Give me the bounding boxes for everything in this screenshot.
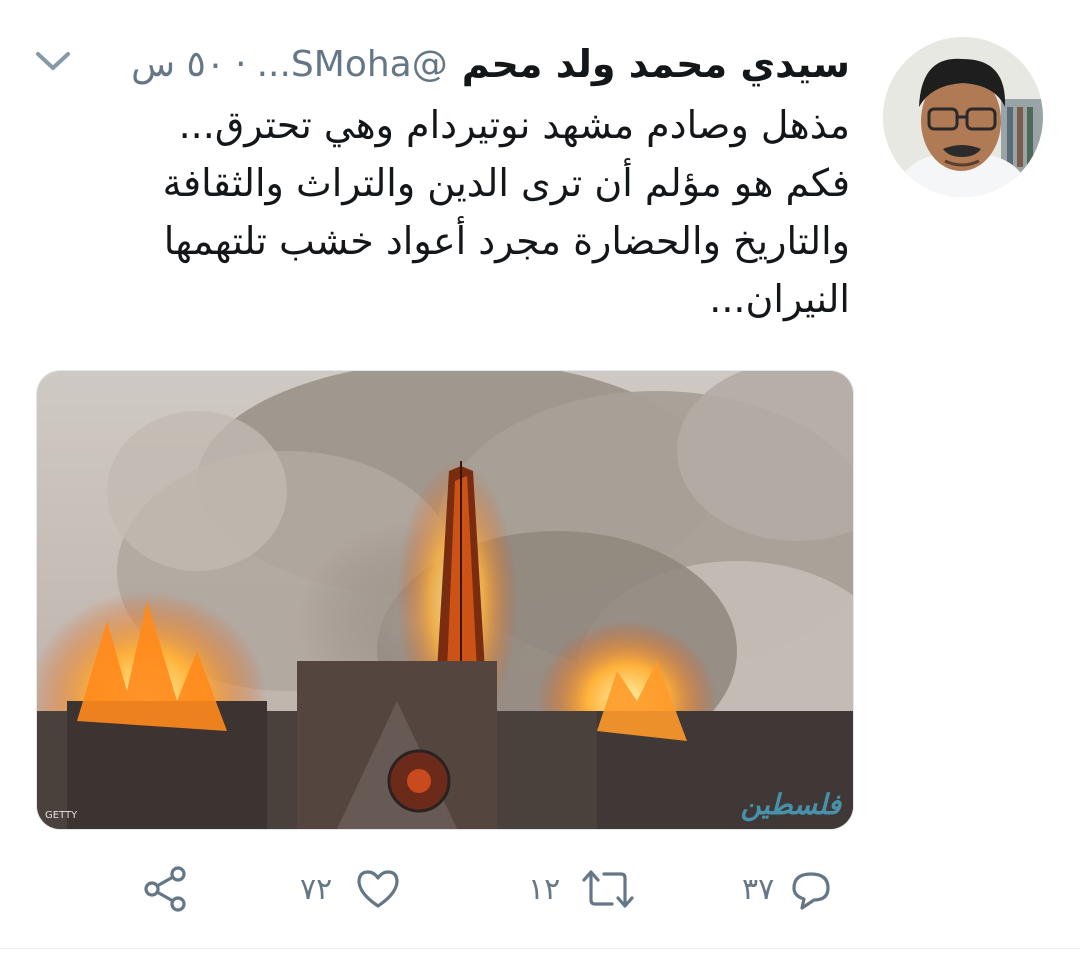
- retweet-button[interactable]: ١٢: [528, 862, 636, 916]
- tweet-media-image[interactable]: GETTY فلسطين: [36, 370, 854, 830]
- reply-icon: [792, 872, 830, 910]
- tweet[interactable]: سيدي محمد ولد محم @SMoha... · ٥٠ س مذهل …: [0, 0, 1080, 959]
- notre-dame-fire-photo: [37, 371, 853, 829]
- avatar[interactable]: [883, 37, 1043, 197]
- tweet-divider: [0, 948, 1080, 949]
- tweet-text-line: والتاريخ والحضارة مجرد أعواد خشب تلتهمها: [163, 219, 850, 263]
- like-button[interactable]: ٧٢: [300, 862, 402, 916]
- timestamp[interactable]: ٥٠ س: [131, 44, 225, 85]
- like-icon: [357, 870, 399, 908]
- tweet-actions: ٣٧ ١٢ ٧٢: [0, 862, 1080, 916]
- tweet-text: مذهل وصادم مشهد نوتيردام وهي تحترق... فك…: [50, 96, 850, 328]
- watermark-logo: فلسطين: [740, 788, 841, 821]
- photo-credit: GETTY: [45, 810, 78, 821]
- tweet-text-line: مذهل وصادم مشهد نوتيردام وهي تحترق...: [178, 103, 850, 147]
- retweet-icon: [582, 870, 634, 908]
- share-icon: [144, 866, 186, 912]
- avatar-image: [883, 37, 1043, 197]
- like-count: ٧٢: [300, 871, 333, 907]
- tweet-text-line: النيران...: [709, 277, 850, 321]
- share-button[interactable]: [142, 862, 190, 916]
- retweet-count: ١٢: [528, 871, 561, 907]
- chevron-down-icon[interactable]: [34, 48, 72, 74]
- tweet-header: سيدي محمد ولد محم @SMoha... · ٥٠ س: [131, 34, 850, 94]
- tweet-text-line: فكم هو مؤلم أن ترى الدين والتراث والثقاف…: [162, 161, 850, 205]
- display-name[interactable]: سيدي محمد ولد محم: [462, 42, 850, 86]
- reply-button[interactable]: ٣٧: [742, 862, 834, 916]
- user-handle[interactable]: @SMoha...: [257, 44, 448, 85]
- reply-count: ٣٧: [742, 871, 775, 907]
- separator-dot: ·: [235, 43, 247, 85]
